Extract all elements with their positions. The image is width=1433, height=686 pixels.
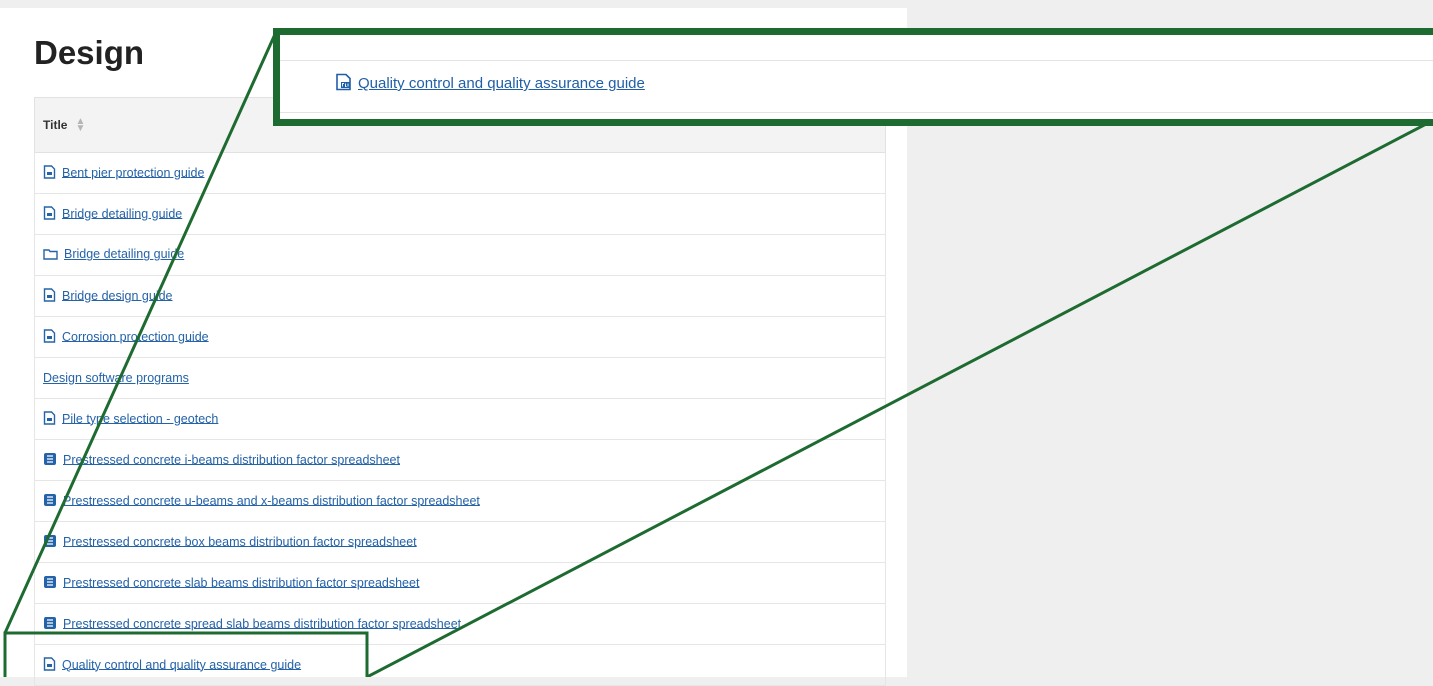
row-link[interactable]: Prestressed concrete slab beams distribu… [43, 575, 419, 592]
spreadsheet-icon [43, 575, 57, 592]
spreadsheet-icon [43, 616, 57, 633]
row-link[interactable]: Bridge detailing guide [43, 247, 184, 262]
row-link[interactable]: Prestressed concrete i-beams distributio… [43, 452, 400, 469]
folder-icon [43, 248, 58, 263]
row-label: Bridge detailing guide [62, 206, 183, 221]
table-row: Bridge detailing guide [34, 235, 886, 276]
table-row: Quality control and quality assurance gu… [34, 645, 886, 686]
row-label: Prestressed concrete u-beams and x-beams… [63, 493, 480, 508]
divider [280, 112, 1433, 113]
sort-icon[interactable]: ▲ ▼ [75, 117, 85, 134]
row-link[interactable]: Prestressed concrete u-beams and x-beams… [43, 493, 480, 510]
document-icon [43, 410, 56, 428]
spreadsheet-icon [43, 493, 57, 510]
table-row: Bridge detailing guide [34, 194, 886, 235]
row-link[interactable]: Quality control and quality assurance gu… [43, 656, 302, 674]
table-row: Corrosion protection guide [34, 317, 886, 358]
row-label: Bridge detailing guide [64, 247, 185, 262]
zoom-callout-panel: Quality control and quality assurance gu… [273, 28, 1433, 126]
table-row: Prestressed concrete i-beams distributio… [34, 440, 886, 481]
row-link[interactable]: Prestressed concrete spread slab beams d… [43, 616, 461, 633]
divider [280, 60, 1433, 61]
spreadsheet-icon [43, 534, 57, 551]
row-label: Design software programs [43, 371, 189, 385]
zoomed-row: Quality control and quality assurance gu… [335, 73, 645, 95]
row-link[interactable]: Bent pier protection guide [43, 164, 205, 182]
zoomed-link-label: Quality control and quality assurance gu… [358, 74, 645, 92]
zoomed-link[interactable]: Quality control and quality assurance gu… [335, 73, 645, 95]
spreadsheet-icon [43, 452, 57, 469]
document-icon [43, 205, 56, 223]
pdf-document-icon [335, 73, 352, 95]
table-row: Prestressed concrete u-beams and x-beams… [34, 481, 886, 522]
row-link[interactable]: Bridge design guide [43, 287, 173, 305]
document-icon [43, 656, 56, 674]
documents-table: Title ▲ ▼ Bent pier protection guide Brid… [34, 97, 886, 686]
row-label: Prestressed concrete spread slab beams d… [63, 616, 462, 631]
table-row: Prestressed concrete slab beams distribu… [34, 563, 886, 604]
table-row: Prestressed concrete box beams distribut… [34, 522, 886, 563]
column-header-label: Title [43, 118, 68, 132]
row-label: Corrosion protection guide [62, 329, 209, 344]
document-icon [43, 328, 56, 346]
row-link[interactable]: Corrosion protection guide [43, 328, 209, 346]
row-link[interactable]: Pile type selection - geotech [43, 410, 219, 428]
row-link[interactable]: Design software programs [43, 371, 189, 385]
table-row: Pile type selection - geotech [34, 399, 886, 440]
document-icon [43, 164, 56, 182]
document-icon [43, 287, 56, 305]
row-label: Pile type selection - geotech [62, 411, 219, 426]
row-label: Prestressed concrete box beams distribut… [63, 534, 417, 549]
table-row: Bent pier protection guide [34, 153, 886, 194]
table-row: Prestressed concrete spread slab beams d… [34, 604, 886, 645]
row-link[interactable]: Bridge detailing guide [43, 205, 183, 223]
row-link[interactable]: Prestressed concrete box beams distribut… [43, 534, 417, 551]
table-row: Design software programs [34, 358, 886, 399]
row-label: Bridge design guide [62, 288, 173, 303]
row-label: Quality control and quality assurance gu… [62, 657, 302, 672]
page-title: Design [34, 34, 145, 71]
row-label: Prestressed concrete slab beams distribu… [63, 575, 420, 590]
row-label: Bent pier protection guide [62, 165, 205, 180]
row-label: Prestressed concrete i-beams distributio… [63, 452, 400, 467]
table-row: Bridge design guide [34, 276, 886, 317]
